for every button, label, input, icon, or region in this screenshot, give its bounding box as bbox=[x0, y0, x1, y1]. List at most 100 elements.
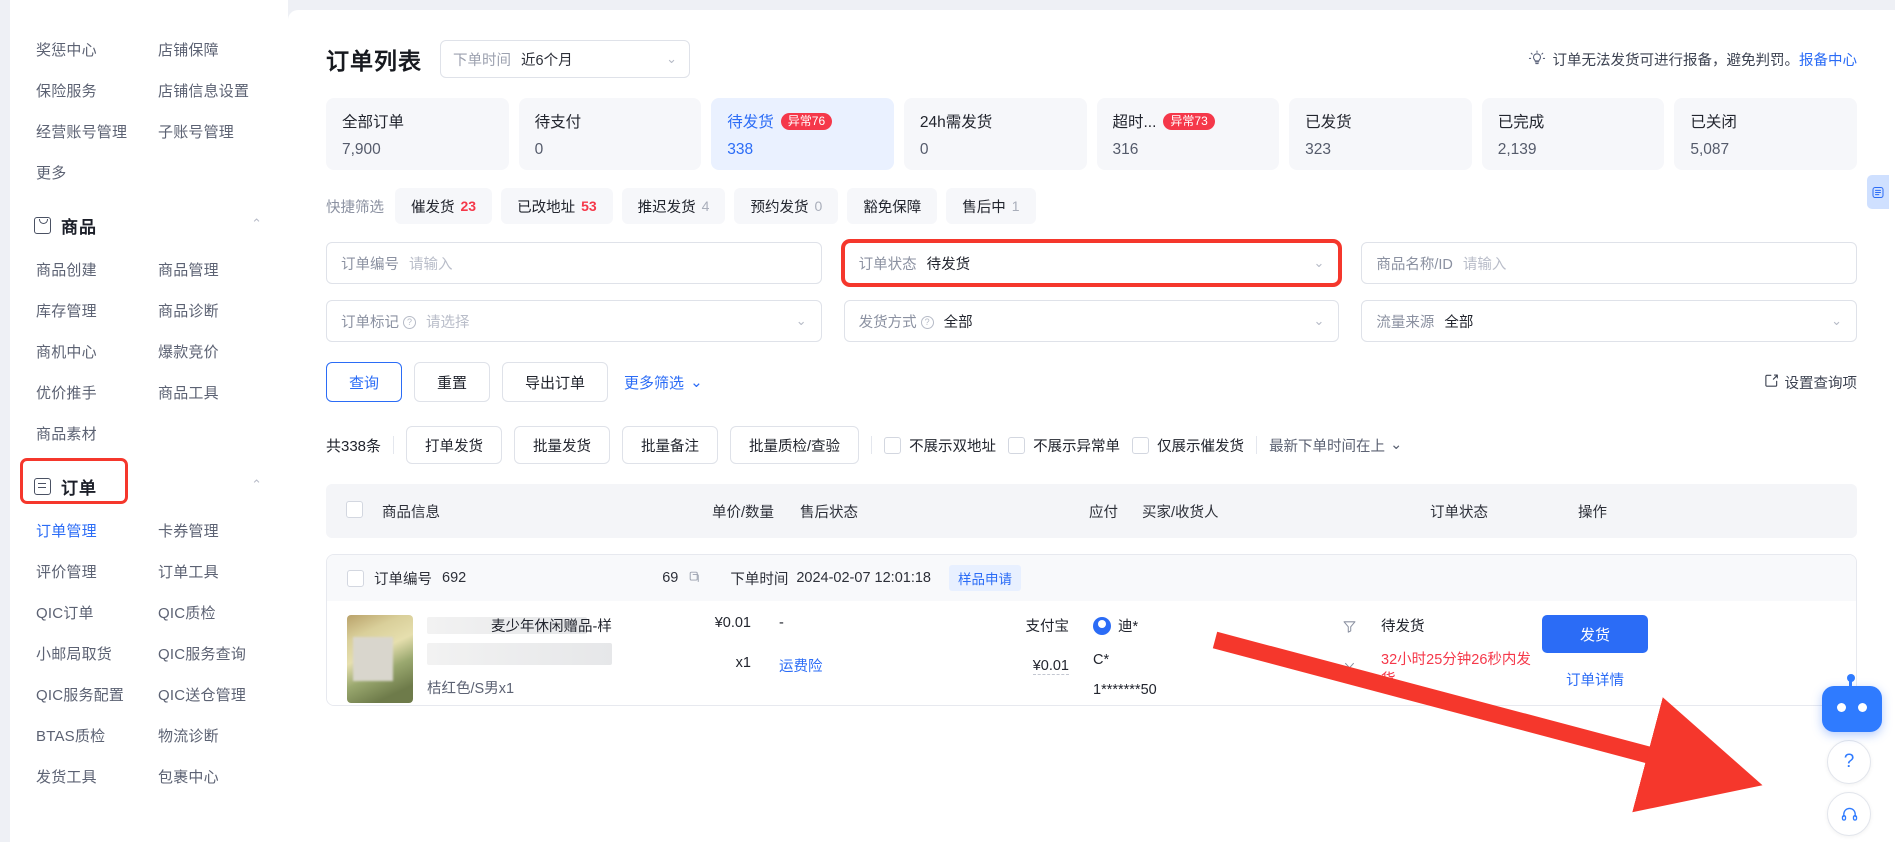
sidebar-item-shangpinsucai[interactable]: 商品素材 bbox=[36, 414, 158, 455]
stat-tab-closed[interactable]: 已关闭 5,087 bbox=[1674, 98, 1857, 170]
stat-tab-overtime[interactable]: 超时... 异常73 316 bbox=[1096, 98, 1280, 170]
sidebar-item-zizhanghao[interactable]: 子账号管理 bbox=[158, 112, 288, 153]
shipping-insurance-link[interactable]: 运费险 bbox=[779, 655, 949, 676]
product-thumbnail[interactable] bbox=[347, 615, 413, 703]
checkbox-hide-abnormal[interactable]: 不展示异常单 bbox=[1008, 435, 1120, 456]
sidebar-item-kucunguanli[interactable]: 库存管理 bbox=[36, 291, 158, 332]
chevron-down-icon[interactable]: ⌄ bbox=[1313, 313, 1324, 329]
sidebar-item-shangpinzhenduan[interactable]: 商品诊断 bbox=[158, 291, 288, 332]
help-icon[interactable]: ? bbox=[920, 315, 934, 329]
checkbox-box[interactable] bbox=[884, 436, 902, 454]
sort-selector[interactable]: 最新下单时间在上 ⌄ bbox=[1269, 435, 1402, 456]
batch-ship-button[interactable]: 批量发货 bbox=[514, 426, 611, 464]
settings-query-items[interactable]: 设置查询项 bbox=[1764, 372, 1857, 393]
stat-tab-unpaid[interactable]: 待支付 0 bbox=[518, 98, 702, 170]
more-filters-toggle[interactable]: 更多筛选 ⌄ bbox=[624, 372, 703, 393]
order-detail-link[interactable]: 订单详情 bbox=[1566, 669, 1624, 690]
chevron-up-icon[interactable]: ⌃ bbox=[251, 216, 262, 232]
checkbox-box[interactable] bbox=[1008, 436, 1026, 454]
stat-tab-24h-ship[interactable]: 24h需发货 0 bbox=[903, 98, 1087, 170]
sidebar-section-order[interactable]: 订单 ⌃ bbox=[10, 461, 288, 511]
checkbox-box[interactable] bbox=[346, 500, 363, 518]
sidebar-item-qicfuwupeizhi[interactable]: QIC服务配置 bbox=[36, 675, 158, 716]
quick-chip-urge-ship[interactable]: 催发货 23 bbox=[395, 188, 493, 224]
sidebar-item-jiangcheng[interactable]: 奖惩中心 bbox=[36, 30, 158, 71]
sidebar-section-order-label: 订单 bbox=[61, 478, 97, 498]
quick-chip-after-sale[interactable]: 售后中 1 bbox=[946, 188, 1036, 224]
checkbox-label: 不展示异常单 bbox=[1033, 438, 1121, 455]
checkbox-hide-dual-address[interactable]: 不展示双地址 bbox=[884, 435, 996, 456]
sidebar-item-pingjiaguanli[interactable]: 评价管理 bbox=[36, 552, 158, 593]
assistant-robot-icon[interactable] bbox=[1822, 674, 1882, 732]
help-icon[interactable]: ? bbox=[403, 315, 416, 329]
chip-count: 53 bbox=[581, 198, 597, 214]
batch-remark-button[interactable]: 批量备注 bbox=[622, 426, 719, 464]
checkbox-only-urged[interactable]: 仅展示催发货 bbox=[1132, 435, 1244, 456]
stat-tab-completed[interactable]: 已完成 2,139 bbox=[1481, 98, 1665, 170]
stat-tab-all[interactable]: 全部订单 7,900 bbox=[326, 98, 509, 170]
filter-funnel-icon[interactable] bbox=[1342, 619, 1357, 639]
sidebar-item-baoxianfuwu[interactable]: 保险服务 bbox=[36, 71, 158, 112]
sidebar-item-more[interactable]: 更多 bbox=[36, 153, 158, 194]
sidebar-item-kaquanguanli[interactable]: 卡券管理 bbox=[158, 511, 288, 552]
chevron-down-icon[interactable]: ⌄ bbox=[796, 313, 807, 329]
report-center-link[interactable]: 报备中心 bbox=[1799, 49, 1857, 70]
quick-chip-address-changed[interactable]: 已改地址 53 bbox=[501, 188, 613, 224]
export-orders-button[interactable]: 导出订单 bbox=[502, 362, 609, 402]
ship-button[interactable]: 发货 bbox=[1542, 615, 1648, 653]
product-name-id-field[interactable]: 商品名称/ID 请输入 bbox=[1361, 242, 1858, 284]
reset-button[interactable]: 重置 bbox=[414, 362, 491, 402]
sidebar-item-shangpinchuangjian[interactable]: 商品创建 bbox=[36, 250, 158, 291]
sidebar-section-goods[interactable]: 商品 ⌃ bbox=[10, 200, 288, 250]
copy-icon[interactable] bbox=[688, 570, 702, 587]
panel-toggle-icon[interactable] bbox=[1867, 175, 1889, 209]
sidebar-item-qicfuwuchaxun[interactable]: QIC服务查询 bbox=[158, 634, 288, 675]
sidebar-item-btaszhijian[interactable]: BTAS质检 bbox=[36, 716, 158, 757]
sidebar-item-wuliuzhenduan[interactable]: 物流诊断 bbox=[158, 716, 288, 757]
product-title: 麦少年休闲赠品-样 bbox=[491, 619, 612, 635]
sidebar-item-dianpuxinxishezhi[interactable]: 店铺信息设置 bbox=[158, 71, 288, 112]
sidebar-item-baokuanjingjia[interactable]: 爆款竞价 bbox=[158, 332, 288, 373]
stat-tab-pending-ship[interactable]: 待发货 异常76 338 bbox=[711, 98, 894, 170]
print-and-ship-button[interactable]: 打单发货 bbox=[406, 426, 503, 464]
headset-icon[interactable] bbox=[1827, 792, 1871, 836]
chevron-down-icon[interactable]: ⌄ bbox=[666, 51, 677, 67]
sidebar-item-youjiatuishou[interactable]: 优价推手 bbox=[36, 373, 158, 414]
sidebar-item-dianpubaozhang[interactable]: 店铺保障 bbox=[158, 30, 288, 71]
order-number-field[interactable]: 订单编号 请输入 bbox=[326, 242, 822, 284]
quick-chip-delayed-ship[interactable]: 推迟发货 4 bbox=[621, 188, 726, 224]
question-circle-icon[interactable]: ? bbox=[1827, 740, 1871, 784]
batch-inspection-button[interactable]: 批量质检/查验 bbox=[730, 426, 860, 464]
sidebar-item-xiaoyoujuquhuo[interactable]: 小邮局取货 bbox=[36, 634, 158, 675]
row-checkbox[interactable] bbox=[347, 569, 364, 587]
sidebar-item-jingyingzhanghao[interactable]: 经营账号管理 bbox=[36, 112, 158, 153]
quick-chip-exempt[interactable]: 豁免保障 bbox=[847, 188, 938, 224]
scissors-icon[interactable] bbox=[1342, 661, 1357, 681]
select-all-checkbox[interactable] bbox=[346, 500, 382, 522]
sidebar-item-baoguozhongxin[interactable]: 包裹中心 bbox=[158, 757, 288, 798]
sidebar-item-dingdanguanli[interactable]: 订单管理 bbox=[36, 511, 158, 552]
chevron-down-icon[interactable]: ⌄ bbox=[1831, 313, 1842, 329]
chevron-down-icon[interactable]: ⌄ bbox=[1313, 255, 1324, 271]
order-status-select[interactable]: 订单状态 待发货 ⌄ bbox=[843, 242, 1340, 284]
sidebar-item-shangpinguanli[interactable]: 商品管理 bbox=[158, 250, 288, 291]
page-header: 订单列表 下单时间 近6个月 ⌄ 订单无法发货可进行报备，避免判罚。 报备中心 bbox=[288, 10, 1895, 78]
order-mark-select[interactable]: 订单标记 ? 请选择 ⌄ bbox=[326, 300, 822, 342]
chevron-down-icon: ⌄ bbox=[1390, 437, 1403, 453]
quick-chip-scheduled-ship[interactable]: 预约发货 0 bbox=[734, 188, 839, 224]
sidebar-item-shangpingongju[interactable]: 商品工具 bbox=[158, 373, 288, 414]
sidebar-item-shangjizhongxin[interactable]: 商机中心 bbox=[36, 332, 158, 373]
sidebar-item-qicdingdan[interactable]: QIC订单 bbox=[36, 593, 158, 634]
shipping-method-select[interactable]: 发货方式 ? 全部 ⌄ bbox=[843, 300, 1340, 342]
traffic-source-select[interactable]: 流量来源 全部 ⌄ bbox=[1361, 300, 1858, 342]
sidebar-item-fahuogongju[interactable]: 发货工具 bbox=[36, 757, 158, 798]
query-button[interactable]: 查询 bbox=[326, 362, 403, 402]
order-time-select[interactable]: 下单时间 近6个月 ⌄ bbox=[440, 40, 690, 78]
sidebar-item-qicsongcangguanli[interactable]: QIC送仓管理 bbox=[158, 675, 288, 716]
price-qty-cell: ¥0.01 x1 bbox=[663, 615, 751, 705]
stat-tab-shipped[interactable]: 已发货 323 bbox=[1289, 98, 1472, 170]
sidebar-item-dingdangongju[interactable]: 订单工具 bbox=[158, 552, 288, 593]
chevron-up-icon[interactable]: ⌃ bbox=[251, 477, 262, 493]
sidebar-item-qiczhijian[interactable]: QIC质检 bbox=[158, 593, 288, 634]
checkbox-box[interactable] bbox=[1132, 436, 1150, 454]
